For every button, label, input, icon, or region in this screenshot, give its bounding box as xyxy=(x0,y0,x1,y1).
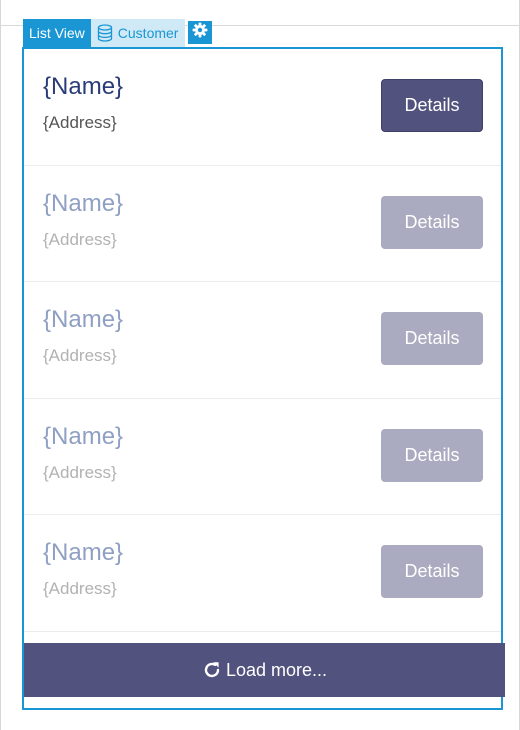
list-item: {Name} {Address} Details xyxy=(24,399,501,515)
list-view-panel: {Name} {Address} Details {Name} {Address… xyxy=(22,47,505,710)
frame-left-border xyxy=(0,0,1,730)
load-more-label: Load more... xyxy=(225,659,328,680)
customer-name: {Name} xyxy=(43,539,124,566)
customer-address: {Address} xyxy=(43,229,117,249)
tab-list-view-label: List View xyxy=(29,25,85,41)
page-canvas: List View Customer {Name} {Address} Deta… xyxy=(0,0,520,730)
tab-strip: List View Customer xyxy=(23,19,213,47)
details-button[interactable]: Details xyxy=(381,79,483,132)
details-button[interactable]: Details xyxy=(381,545,483,598)
customer-name: {Name} xyxy=(43,422,124,450)
customer-address: {Address} xyxy=(43,113,117,132)
details-button[interactable]: Details xyxy=(381,428,483,482)
list-item: {Name} {Address} Details xyxy=(24,282,501,399)
customer-name: {Name} xyxy=(43,189,124,217)
customer-list: {Name} {Address} Details {Name} {Address… xyxy=(24,49,501,632)
refresh-icon xyxy=(202,660,222,680)
customer-address: {Address} xyxy=(43,579,117,598)
list-item: {Name} {Address} Details xyxy=(24,166,501,282)
tab-customer[interactable]: Customer xyxy=(90,19,186,47)
details-button[interactable]: Details xyxy=(381,312,483,365)
customer-address: {Address} xyxy=(43,346,117,365)
tab-customer-label: Customer xyxy=(117,25,179,41)
gear-icon xyxy=(192,22,208,43)
settings-button[interactable] xyxy=(188,21,213,44)
database-icon xyxy=(97,24,113,42)
customer-name: {Name} xyxy=(43,73,124,100)
details-button[interactable]: Details xyxy=(381,195,483,249)
list-item: {Name} {Address} Details xyxy=(24,49,501,166)
customer-name: {Name} xyxy=(43,306,124,333)
list-item: {Name} {Address} Details xyxy=(24,515,501,632)
customer-address: {Address} xyxy=(43,462,117,482)
tab-list-view[interactable]: List View xyxy=(23,19,91,47)
load-more-button[interactable]: Load more... xyxy=(24,643,505,697)
